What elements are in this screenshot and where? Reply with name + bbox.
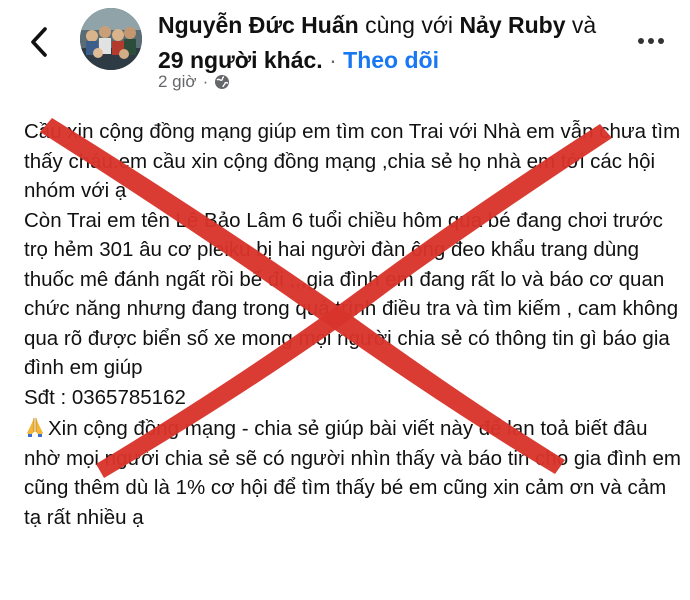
- tagged-name-link[interactable]: Nảy Ruby: [459, 12, 565, 38]
- and-text: và: [571, 12, 597, 38]
- meta-separator: ·: [202, 72, 209, 91]
- follow-button[interactable]: Theo dõi: [343, 47, 439, 73]
- author-avatar[interactable]: [80, 8, 142, 70]
- praying-hands-icon: [27, 418, 43, 437]
- globe-icon: [215, 75, 230, 89]
- back-button[interactable]: [22, 22, 56, 62]
- more-dots-icon: [638, 38, 664, 44]
- post-paragraph-2: Xin cộng đồng mạng - chia sẻ giúp bài vi…: [24, 417, 681, 529]
- chevron-left-icon: [31, 27, 47, 57]
- dot-separator: ·: [329, 47, 337, 73]
- more-options-button[interactable]: [634, 26, 668, 56]
- post-time[interactable]: 2 giờ: [158, 72, 197, 92]
- with-text: cùng với: [365, 12, 454, 38]
- post-author-line: Nguyễn Đức Huấn cùng với Nảy Ruby và 29 …: [158, 8, 628, 78]
- post-body: Cầu xin cộng đồng mạng giúp em tìm con T…: [24, 117, 684, 532]
- post-paragraph-1: Cầu xin cộng đồng mạng giúp em tìm con T…: [24, 120, 681, 409]
- post-paragraph-2-wrap: Xin cộng đồng mạng - chia sẻ giúp bài vi…: [24, 414, 684, 532]
- others-link[interactable]: 29 người khác.: [158, 47, 323, 73]
- post-meta: 2 giờ ·: [158, 72, 230, 92]
- author-name-link[interactable]: Nguyễn Đức Huấn: [158, 12, 359, 38]
- post-header: Nguyễn Đức Huấn cùng với Nảy Ruby và 29 …: [0, 0, 690, 110]
